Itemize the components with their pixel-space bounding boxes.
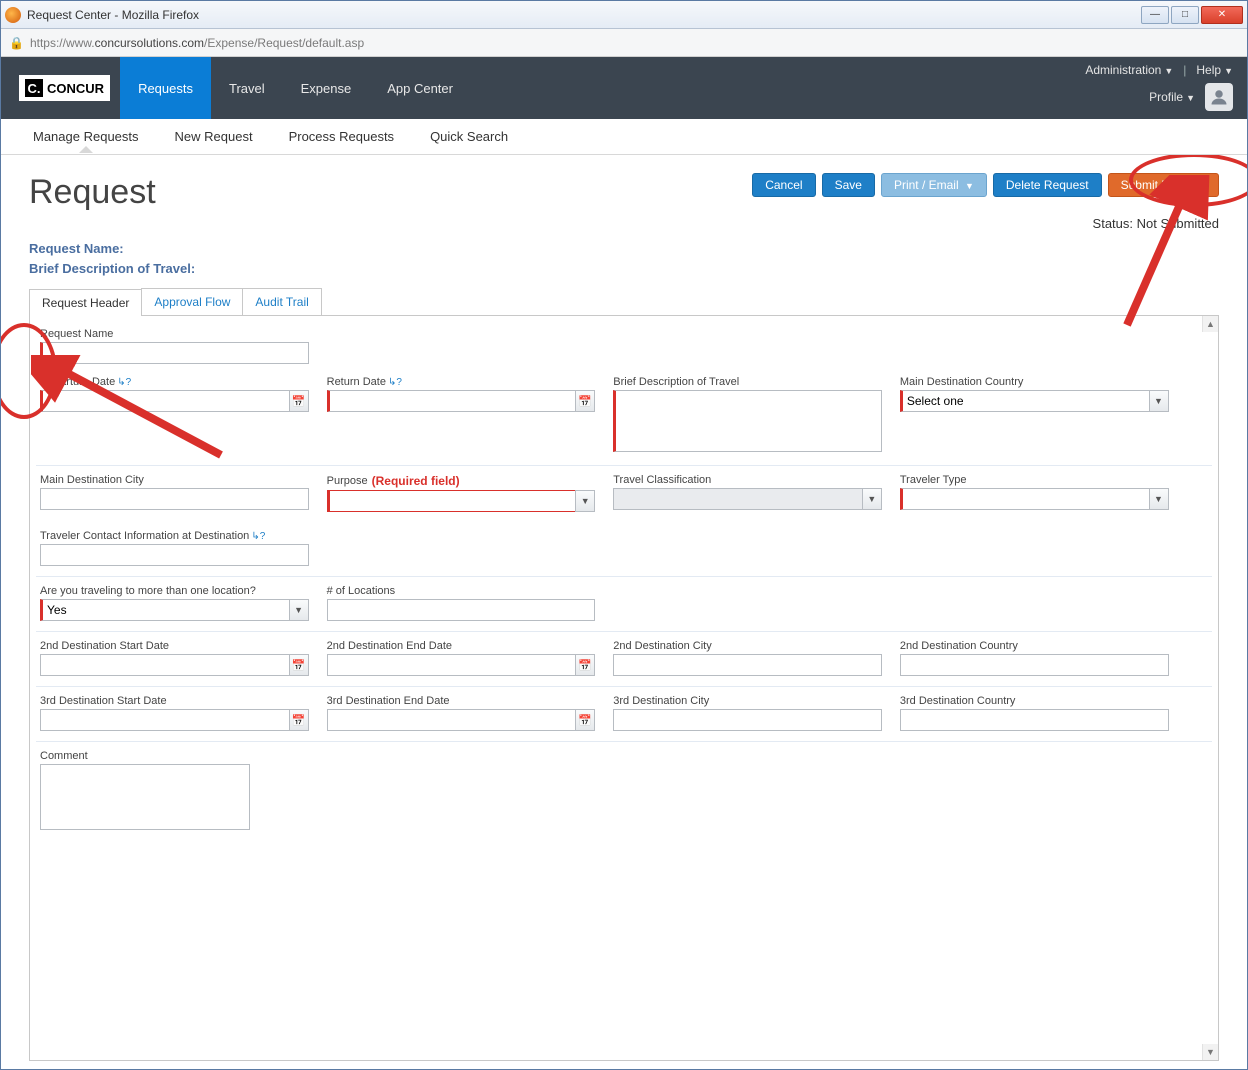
scroll-down-icon[interactable]: ▼ <box>1202 1044 1218 1060</box>
label-3rd-start-date: 3rd Destination Start Date <box>40 695 309 707</box>
page-title: Request <box>29 173 156 212</box>
logo-mark: C. <box>25 79 43 97</box>
label-num-locations: # of Locations <box>327 585 596 597</box>
label-departure-date: Departure Date <box>40 376 115 388</box>
url-path: /Expense/Request/default.asp <box>204 36 364 50</box>
cancel-button[interactable]: Cancel <box>752 173 815 197</box>
select-purpose[interactable] <box>327 490 596 512</box>
label-return-date: Return Date <box>327 376 386 388</box>
tab-audit-trail[interactable]: Audit Trail <box>242 288 321 315</box>
input-num-locations[interactable] <box>327 599 596 621</box>
request-name-subtitle: Request Name: <box>29 239 1219 259</box>
avatar-icon[interactable] <box>1205 83 1233 111</box>
lock-icon: 🔒 <box>9 36 24 50</box>
chevron-down-icon: ▼ <box>1164 66 1173 76</box>
label-request-name: Request Name <box>40 328 309 340</box>
label-multi-location: Are you traveling to more than one locat… <box>40 585 309 597</box>
purpose-required-text: (Required field) <box>372 474 460 488</box>
submit-request-button[interactable]: Submit Request <box>1108 173 1219 197</box>
label-3rd-end-date: 3rd Destination End Date <box>327 695 596 707</box>
subnav-new-request[interactable]: New Request <box>171 121 257 152</box>
input-brief-desc[interactable] <box>613 390 882 452</box>
input-comment[interactable] <box>40 764 250 830</box>
tab-approval-flow[interactable]: Approval Flow <box>141 288 243 315</box>
firefox-icon <box>5 7 21 23</box>
request-subtitle: Request Name: Brief Description of Trave… <box>29 239 1219 278</box>
label-contact-info: Traveler Contact Information at Destinat… <box>40 530 249 542</box>
url-domain: concursolutions.com <box>95 36 204 50</box>
input-2nd-start-date[interactable] <box>40 654 309 676</box>
sub-nav: Manage Requests New Request Process Requ… <box>1 119 1247 155</box>
window-frame: Request Center - Mozilla Firefox — □ ✕ 🔒… <box>0 0 1248 1070</box>
label-2nd-city: 2nd Destination City <box>613 640 882 652</box>
save-button[interactable]: Save <box>822 173 875 197</box>
brand-logo[interactable]: C. CONCUR <box>19 75 110 101</box>
label-2nd-country: 2nd Destination Country <box>900 640 1169 652</box>
help-icon[interactable]: ↳? <box>251 531 265 542</box>
logo-text: CONCUR <box>47 81 104 96</box>
delete-request-button[interactable]: Delete Request <box>993 173 1102 197</box>
scroll-up-icon[interactable]: ▲ <box>1202 316 1218 332</box>
subnav-manage-requests[interactable]: Manage Requests <box>29 121 143 152</box>
nav-requests[interactable]: Requests <box>120 57 211 119</box>
input-3rd-city[interactable] <box>613 709 882 731</box>
label-3rd-city: 3rd Destination City <box>613 695 882 707</box>
label-main-dest-country: Main Destination Country <box>900 376 1169 388</box>
chevron-down-icon: ▼ <box>1224 66 1233 76</box>
nav-help[interactable]: Help▼ <box>1196 63 1233 77</box>
subnav-quick-search[interactable]: Quick Search <box>426 121 512 152</box>
maximize-button[interactable]: □ <box>1171 6 1199 24</box>
label-purpose: Purpose <box>327 475 368 487</box>
status-value: Not Submitted <box>1137 216 1219 231</box>
tab-request-header[interactable]: Request Header <box>29 289 142 316</box>
select-main-dest-country[interactable] <box>900 390 1169 412</box>
subnav-process-requests[interactable]: Process Requests <box>285 121 399 152</box>
label-comment: Comment <box>40 750 250 762</box>
input-2nd-end-date[interactable] <box>327 654 596 676</box>
close-window-button[interactable]: ✕ <box>1201 6 1243 24</box>
nav-expense[interactable]: Expense <box>283 57 370 119</box>
tabs: Request Header Approval Flow Audit Trail <box>29 288 1219 316</box>
label-traveler-type: Traveler Type <box>900 474 1169 486</box>
content-area: Request Cancel Save Print / Email ▼ Dele… <box>1 155 1247 1069</box>
window-title: Request Center - Mozilla Firefox <box>27 8 1141 22</box>
input-contact-info[interactable] <box>40 544 309 566</box>
input-2nd-country[interactable] <box>900 654 1169 676</box>
chevron-down-icon: ▼ <box>965 181 974 191</box>
label-brief-desc: Brief Description of Travel <box>613 376 882 388</box>
label-3rd-country: 3rd Destination Country <box>900 695 1169 707</box>
input-2nd-city[interactable] <box>613 654 882 676</box>
help-icon[interactable]: ↳? <box>388 377 402 388</box>
input-3rd-end-date[interactable] <box>327 709 596 731</box>
form-panel: Request Name Departure Date↳? 📅 Return D… <box>29 316 1219 1061</box>
nav-travel[interactable]: Travel <box>211 57 283 119</box>
nav-administration[interactable]: Administration▼ <box>1085 63 1173 77</box>
window-title-bar: Request Center - Mozilla Firefox — □ ✕ <box>1 1 1247 29</box>
nav-app-center[interactable]: App Center <box>369 57 471 119</box>
status-label: Status: <box>1093 216 1133 231</box>
label-main-dest-city: Main Destination City <box>40 474 309 486</box>
input-3rd-start-date[interactable] <box>40 709 309 731</box>
input-departure-date[interactable] <box>40 390 309 412</box>
help-icon[interactable]: ↳? <box>117 377 131 388</box>
address-bar[interactable]: 🔒 https://www.concursolutions.com/Expens… <box>1 29 1247 57</box>
input-main-dest-city[interactable] <box>40 488 309 510</box>
brief-desc-subtitle: Brief Description of Travel: <box>29 259 1219 279</box>
url-prefix: https://www. <box>30 36 95 50</box>
top-nav: C. CONCUR Requests Travel Expense App Ce… <box>1 57 1247 119</box>
select-traveler-type[interactable] <box>900 488 1169 510</box>
label-2nd-end-date: 2nd Destination End Date <box>327 640 596 652</box>
minimize-button[interactable]: — <box>1141 6 1169 24</box>
input-3rd-country[interactable] <box>900 709 1169 731</box>
chevron-down-icon: ▼ <box>1186 93 1195 103</box>
scrollbar[interactable]: ▲ ▼ <box>1202 316 1218 1060</box>
input-request-name[interactable] <box>40 342 309 364</box>
input-return-date[interactable] <box>327 390 596 412</box>
select-travel-class <box>613 488 882 510</box>
print-email-button[interactable]: Print / Email ▼ <box>881 173 987 197</box>
label-2nd-start-date: 2nd Destination Start Date <box>40 640 309 652</box>
nav-profile[interactable]: Profile▼ <box>1149 90 1195 104</box>
select-multi-location[interactable] <box>40 599 309 621</box>
label-travel-class: Travel Classification <box>613 474 882 486</box>
